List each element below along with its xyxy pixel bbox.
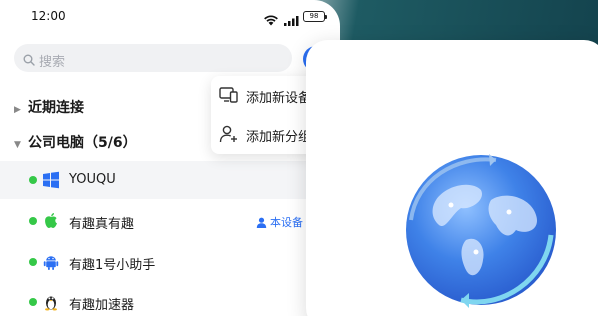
globe-illustration	[406, 154, 556, 308]
section-company-computers[interactable]: ▼ 公司电脑（5/6）	[14, 132, 137, 152]
windows-icon	[42, 171, 60, 189]
menu-item-label: 添加新分组	[246, 130, 312, 145]
this-device-label: 本设备	[270, 216, 303, 229]
search-placeholder: 搜索	[39, 55, 66, 70]
android-icon	[42, 253, 60, 271]
signal-icon	[284, 11, 299, 30]
device-name: 有趣真有趣	[69, 217, 135, 232]
search-icon	[23, 51, 35, 70]
section-recent-connections[interactable]: ▶ 近期连接	[14, 97, 84, 117]
chevron-right-icon: ▶	[14, 105, 21, 115]
linux-icon	[42, 293, 60, 311]
online-status-dot	[29, 258, 37, 266]
add-user-icon	[219, 125, 237, 143]
device-row-youqu[interactable]: YOUQU	[0, 161, 340, 199]
apple-icon	[42, 212, 60, 230]
illustration-card	[306, 40, 598, 316]
device-row-youqu-zhen[interactable]: 有趣真有趣 本设备	[0, 202, 340, 240]
mobile-app-panel: 12:00 98 搜索 ▶ 近期连接 ▼ 公司电脑（5/6） YOUQU 有趣真…	[0, 0, 340, 316]
battery-icon: 98	[303, 11, 327, 22]
device-row-assistant[interactable]: 有趣1号小助手	[0, 243, 340, 281]
device-name: 有趣加速器	[69, 298, 135, 313]
device-name: 有趣1号小助手	[69, 258, 156, 273]
device-name: YOUQU	[69, 172, 116, 187]
devices-icon	[219, 87, 238, 103]
device-row-accelerator[interactable]: 有趣加速器	[0, 283, 340, 316]
user-icon	[256, 217, 267, 228]
status-time: 12:00	[31, 9, 66, 23]
status-bar: 12:00 98	[0, 0, 340, 34]
menu-item-label: 添加新设备	[246, 91, 312, 106]
section-recent-label: 近期连接	[28, 100, 84, 116]
search-input[interactable]: 搜索	[14, 44, 292, 72]
this-device-badge: 本设备	[256, 214, 303, 230]
online-status-dot	[29, 217, 37, 225]
online-status-dot	[29, 176, 37, 184]
chevron-down-icon: ▼	[14, 140, 21, 150]
online-status-dot	[29, 298, 37, 306]
wifi-icon	[263, 11, 279, 30]
section-company-label: 公司电脑（5/6）	[28, 135, 137, 151]
